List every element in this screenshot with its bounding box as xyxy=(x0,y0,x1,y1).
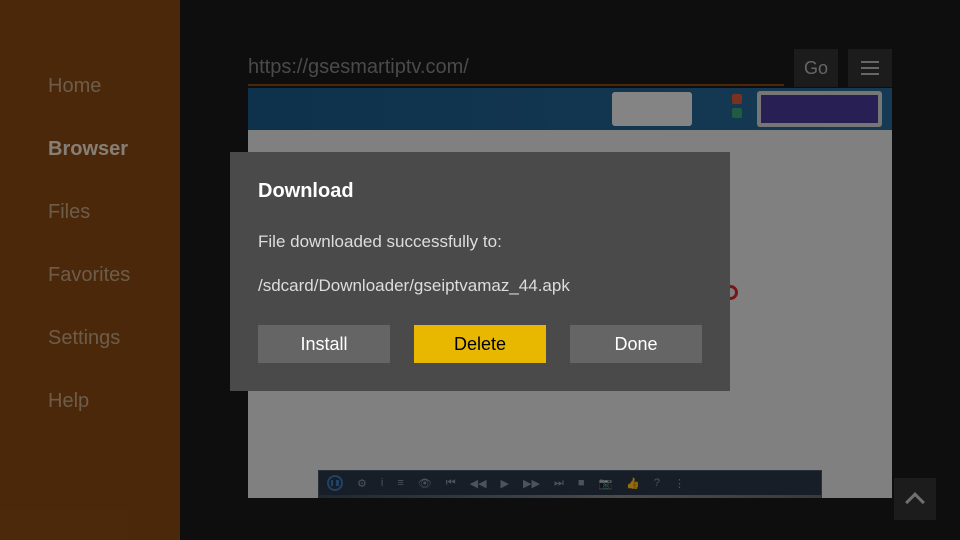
delete-button[interactable]: Delete xyxy=(414,325,546,363)
download-dialog: Download File downloaded successfully to… xyxy=(230,152,730,391)
dialog-message: File downloaded successfully to: xyxy=(258,231,702,253)
dialog-actions: Install Delete Done xyxy=(258,325,702,363)
done-button[interactable]: Done xyxy=(570,325,702,363)
dialog-file-path: /sdcard/Downloader/gseiptvamaz_44.apk xyxy=(258,275,702,297)
dialog-title: Download xyxy=(258,180,702,203)
install-button[interactable]: Install xyxy=(258,325,390,363)
modal-overlay: Download File downloaded successfully to… xyxy=(0,0,960,540)
